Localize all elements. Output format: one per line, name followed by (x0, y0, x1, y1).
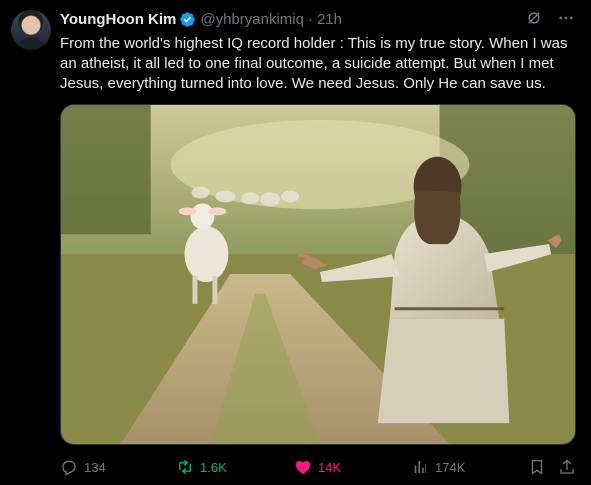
repost-count: 1.6K (200, 459, 227, 475)
reply-icon (60, 458, 78, 476)
tweet-actions: 134 1.6K 14K 174K (60, 456, 580, 478)
like-button[interactable]: 14K (294, 456, 341, 478)
views-count: 174K (435, 459, 466, 475)
header-actions (525, 9, 575, 27)
verified-badge-icon (179, 11, 196, 28)
share-button[interactable] (558, 456, 576, 478)
jesus-and-lamb-illustration (61, 105, 575, 444)
heart-icon (294, 458, 312, 476)
repost-icon (176, 458, 194, 476)
header-separator: · (307, 10, 313, 28)
tweet-header: YoungHoon Kim @yhbryankimiq · 21h (60, 9, 342, 29)
tweet-image[interactable] (60, 104, 576, 445)
bookmark-icon (528, 458, 546, 476)
tweet-text: From the world's highest IQ record holde… (60, 35, 568, 92)
bookmark-button[interactable] (528, 456, 546, 478)
author-name[interactable]: YoungHoon Kim (60, 11, 176, 28)
views-button[interactable]: 174K (411, 456, 465, 478)
more-dots-icon[interactable] (557, 9, 575, 27)
post-time[interactable]: 21h (317, 11, 342, 28)
like-count: 14K (318, 459, 342, 475)
avatar[interactable] (11, 10, 51, 50)
reply-count: 134 (84, 459, 106, 475)
views-icon (411, 458, 429, 476)
repost-button[interactable]: 1.6K (176, 456, 227, 478)
grok-icon[interactable] (525, 9, 543, 27)
share-icon (558, 458, 576, 476)
reply-button[interactable]: 134 (60, 456, 106, 478)
author-handle[interactable]: @yhbryankimiq (200, 11, 304, 28)
